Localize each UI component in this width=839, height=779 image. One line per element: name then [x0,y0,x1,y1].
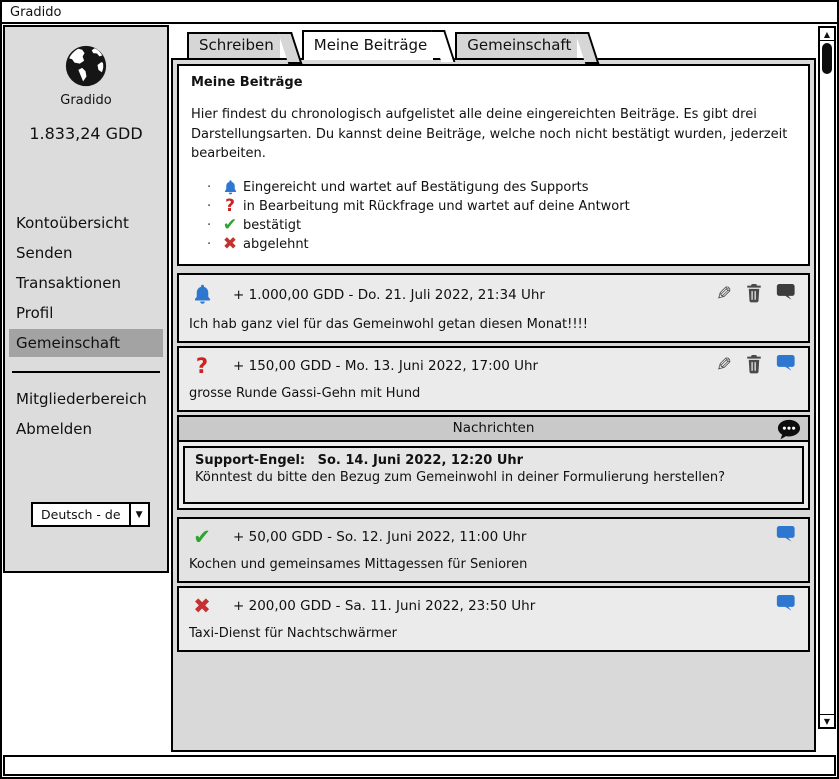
globe-icon [5,43,167,89]
bullet: · [207,237,217,252]
legend-item-bestaetigt: · ✔ bestätigt [191,216,796,235]
bullet: · [207,180,217,195]
question-icon: ? [187,354,217,378]
status-legend: · Eingereicht und wartet auf Bestätigung… [191,178,796,254]
contribution-row: + 1.000,00 GDD - Do. 21. Juli 2022, 21:3… [177,273,810,343]
contribution-row: ✖ + 200,00 GDD - Sa. 11. Juni 2022, 23:5… [177,586,810,652]
message-sender: Support-Engel: [195,453,305,468]
chat-ellipsis-icon[interactable] [776,418,802,446]
bullet: · [207,199,217,214]
message-datetime: So. 14. Juni 2022, 12:20 Uhr [318,453,523,468]
sidebar-item-senden[interactable]: Senden [9,239,163,267]
messages-header: Nachrichten [177,415,810,442]
sidebar-nav-secondary: Mitgliederbereich Abmelden [5,385,167,443]
dropdown-arrow-icon[interactable]: ▼ [129,504,148,525]
tab-meine-beitraege[interactable]: Meine Beiträge [302,30,434,60]
amount-and-date: + 200,00 GDD - Sa. 11. Juni 2022, 23:50 … [233,598,535,614]
legend-text: abgelehnt [243,237,309,252]
main-area: Schreiben Meine Beiträge Gemeinschaft Me… [171,28,816,752]
check-icon: ✔ [187,525,217,549]
messages-body: Support-Engel: So. 14. Juni 2022, 12:20 … [177,442,810,510]
bell-icon [187,283,217,306]
intro-text: Hier findest du chronologisch aufgeliste… [191,105,791,164]
cross-icon: ✖ [187,594,217,618]
sidebar-nav: Kontoübersicht Senden Transaktionen Prof… [5,209,167,357]
tab-schreiben[interactable]: Schreiben [187,32,280,60]
scroll-down-icon[interactable]: ▼ [820,714,834,727]
row-actions: ✎ [716,354,798,378]
row-actions: ✎ [716,283,798,307]
app-body: Gradido 1.833,24 GDD Kontoübersicht Send… [2,24,837,753]
bell-icon [217,179,243,196]
contribution-head: ✔ + 50,00 GDD - So. 12. Juni 2022, 11:00… [179,519,808,555]
contribution-description: Kochen und gemeinsames Mittagessen für S… [179,555,808,581]
edit-icon[interactable]: ✎ [716,285,732,304]
bullet: · [207,218,217,233]
messages-header-label: Nachrichten [453,420,535,436]
app-window: Gradido Gradido 1.833,24 GDD Kont [0,0,839,779]
legend-item-abgelehnt: · ✖ abgelehnt [191,235,796,254]
comment-icon[interactable] [776,525,798,548]
delete-icon[interactable] [745,283,763,307]
sidebar-item-gemeinschaft[interactable]: Gemeinschaft [9,329,163,357]
comment-icon[interactable] [776,594,798,617]
language-selected-value: Deutsch - de [33,504,129,525]
edit-icon[interactable]: ✎ [716,356,732,375]
legend-text: Eingereicht und wartet auf Bestätigung d… [243,180,589,195]
horizontal-scrollbar[interactable] [3,755,836,776]
sidebar-item-mitgliederbereich[interactable]: Mitgliederbereich [9,385,163,413]
comment-icon[interactable] [776,283,798,306]
scrollbar-thumb[interactable] [822,43,832,74]
sidebar-item-transaktionen[interactable]: Transaktionen [9,269,163,297]
brand-label: Gradido [5,93,167,108]
message-text: Könntest du bitte den Bezug zum Gemeinwo… [195,470,792,485]
tab-gemeinschaft[interactable]: Gemeinschaft [455,32,577,60]
vertical-scrollbar[interactable]: ▲ ▼ [818,26,836,729]
contribution-head: ✖ + 200,00 GDD - Sa. 11. Juni 2022, 23:5… [179,588,808,624]
sidebar-item-abmelden[interactable]: Abmelden [9,415,163,443]
language-select[interactable]: Deutsch - de ▼ [31,502,150,527]
amount-and-date: + 1.000,00 GDD - Do. 21. Juli 2022, 21:3… [233,287,545,303]
window-titlebar: Gradido [2,2,837,24]
content-panel: Meine Beiträge Hier findest du chronolog… [171,58,816,752]
legend-item-rueckfrage: · ? in Bearbeitung mit Rückfrage und war… [191,197,796,216]
check-icon: ✔ [217,215,243,235]
comment-icon[interactable] [776,354,798,377]
message-meta: Support-Engel: So. 14. Juni 2022, 12:20 … [195,453,792,468]
contribution-row: ? + 150,00 GDD - Mo. 13. Juni 2022, 17:0… [177,346,810,412]
scroll-up-icon[interactable]: ▲ [820,28,834,41]
tabs-row: Schreiben Meine Beiträge Gemeinschaft [171,28,816,58]
messages-section: Nachrichten Support-Engel: So. 14. Juni … [177,415,810,510]
question-icon: ? [217,196,243,216]
legend-text: in Bearbeitung mit Rückfrage und wartet … [243,199,630,214]
legend-item-eingereicht: · Eingereicht und wartet auf Bestätigung… [191,178,796,197]
row-actions [776,525,798,548]
brand: Gradido [5,43,167,108]
delete-icon[interactable] [745,354,763,378]
sidebar: Gradido 1.833,24 GDD Kontoübersicht Send… [3,25,169,573]
legend-text: bestätigt [243,218,301,233]
intro-box: Meine Beiträge Hier findest du chronolog… [177,64,810,266]
row-actions [776,594,798,617]
cross-icon: ✖ [217,234,243,254]
contribution-description: Taxi-Dienst für Nachtschwärmer [179,624,808,650]
contribution-head: ? + 150,00 GDD - Mo. 13. Juni 2022, 17:0… [179,348,808,384]
sidebar-item-profil[interactable]: Profil [9,299,163,327]
sidebar-divider [12,371,160,373]
page-title: Meine Beiträge [191,75,796,90]
contribution-description: Ich hab ganz viel für das Gemeinwohl get… [179,315,808,341]
balance-amount: 1.833,24 GDD [5,124,167,143]
contribution-head: + 1.000,00 GDD - Do. 21. Juli 2022, 21:3… [179,275,808,315]
amount-and-date: + 150,00 GDD - Mo. 13. Juni 2022, 17:00 … [233,358,538,374]
message-item: Support-Engel: So. 14. Juni 2022, 12:20 … [183,446,804,504]
contribution-row: ✔ + 50,00 GDD - So. 12. Juni 2022, 11:00… [177,517,810,583]
amount-and-date: + 50,00 GDD - So. 12. Juni 2022, 11:00 U… [233,529,526,545]
contribution-description: grosse Runde Gassi-Gehn mit Hund [179,384,808,410]
window-title: Gradido [10,5,61,20]
sidebar-item-kontouebersicht[interactable]: Kontoübersicht [9,209,163,237]
